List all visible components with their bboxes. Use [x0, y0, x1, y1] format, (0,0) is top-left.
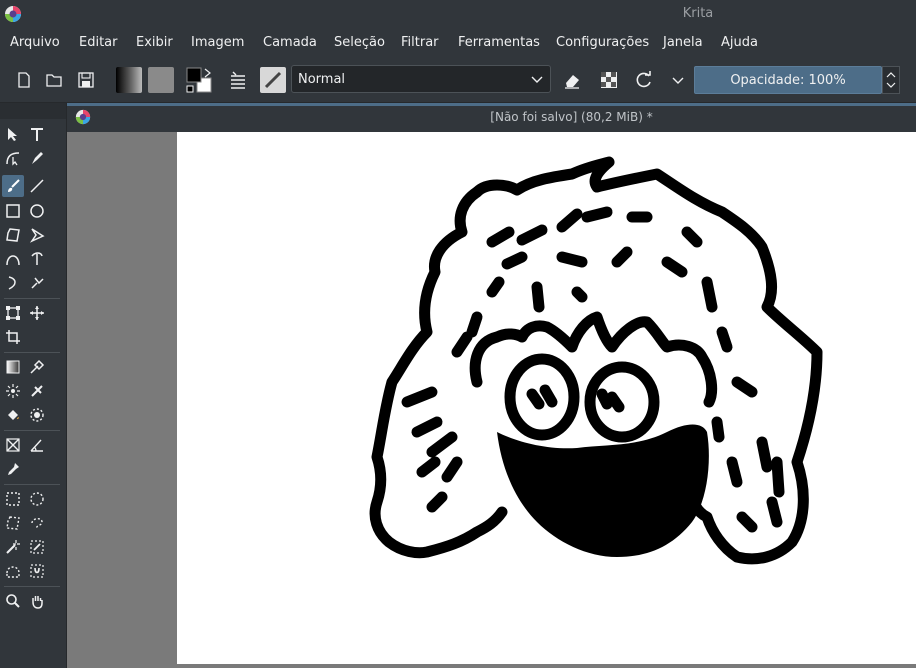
reference-icon[interactable]	[2, 458, 24, 480]
toolbox-separator	[4, 430, 60, 431]
color-picker-icon[interactable]	[26, 356, 48, 378]
canvas-area[interactable]	[67, 132, 916, 668]
canvas-paper[interactable]	[177, 132, 916, 664]
reload-icon[interactable]	[634, 70, 654, 90]
menu-ajuda[interactable]: Ajuda	[721, 35, 758, 50]
calligraphy-icon[interactable]	[26, 147, 48, 169]
dynamic-brush-icon[interactable]	[2, 272, 24, 294]
document-window: [Não foi salvo] (80,2 MiB) *	[67, 103, 916, 668]
gradient-icon[interactable]	[116, 67, 142, 93]
menu-camada[interactable]: Camada	[263, 35, 317, 50]
menu-selecao[interactable]: Seleção	[334, 35, 385, 50]
polygon-select-icon[interactable]	[2, 512, 24, 534]
spin-arrows-icon	[886, 72, 896, 88]
polyline-icon[interactable]	[26, 224, 48, 246]
eraser-icon[interactable]	[562, 70, 582, 90]
chevron-down-icon	[531, 76, 543, 83]
doodle-drawing	[369, 156, 823, 565]
window-title: Krita	[682, 6, 714, 21]
alpha-lock-icon[interactable]	[599, 70, 619, 90]
toolbox-header	[0, 103, 66, 119]
face-mask	[497, 424, 709, 557]
edit-shape-icon[interactable]	[2, 147, 24, 169]
document-title: [Não foi salvo] (80,2 MiB) *	[490, 110, 653, 124]
contiguous-select-icon[interactable]	[2, 536, 24, 558]
toolbox-separator	[4, 484, 60, 485]
new-document-icon[interactable]	[14, 70, 34, 90]
brush-preset-icon[interactable]	[260, 67, 286, 93]
menu-imagem[interactable]: Imagem	[191, 35, 244, 50]
rectangle-icon[interactable]	[2, 200, 24, 222]
open-folder-icon[interactable]	[44, 70, 64, 90]
menu-janela[interactable]: Janela	[663, 35, 703, 50]
enclosed-fill-icon[interactable]	[26, 404, 48, 426]
brush-settings-icon[interactable]	[228, 70, 248, 90]
toolbox-separator	[4, 298, 60, 299]
gradient-tool-icon[interactable]	[2, 356, 24, 378]
opacity-label: Opacidade: 100%	[730, 73, 846, 88]
color-swap-icon[interactable]	[185, 66, 215, 94]
menu-bar: Arquivo Editar Exibir Imagem Camada Sele…	[0, 28, 916, 58]
blend-mode-select[interactable]: Normal	[291, 65, 551, 93]
ellipse-icon[interactable]	[26, 200, 48, 222]
polygon-icon[interactable]	[2, 224, 24, 246]
menu-configuracoes[interactable]: Configurações	[556, 35, 649, 50]
multibrush-icon[interactable]	[26, 272, 48, 294]
similar-select-icon[interactable]	[26, 536, 48, 558]
menu-filtrar[interactable]: Filtrar	[401, 35, 439, 50]
save-icon[interactable]	[76, 70, 96, 90]
move-icon[interactable]	[26, 302, 48, 324]
freehand-select-icon[interactable]	[26, 512, 48, 534]
toolbox	[0, 103, 67, 668]
fill-icon[interactable]	[26, 380, 48, 402]
pattern-icon[interactable]	[148, 67, 174, 93]
title-bar: Krita	[0, 0, 916, 28]
chevron-down-icon[interactable]	[668, 70, 688, 90]
transform-icon[interactable]	[2, 302, 24, 324]
line-icon[interactable]	[26, 175, 48, 197]
bucket-fill-icon[interactable]	[2, 404, 24, 426]
opacity-spinbox[interactable]	[882, 66, 900, 94]
menu-ferramentas[interactable]: Ferramentas	[458, 35, 540, 50]
blend-mode-value: Normal	[298, 72, 346, 87]
toolbox-separator	[4, 586, 60, 587]
text-icon[interactable]	[26, 123, 48, 145]
smart-patch-icon[interactable]	[2, 380, 24, 402]
select-shape-icon[interactable]	[2, 123, 24, 145]
menu-arquivo[interactable]: Arquivo	[10, 35, 60, 50]
bezier-select-icon[interactable]	[2, 560, 24, 582]
measure-icon[interactable]	[26, 434, 48, 456]
menu-editar[interactable]: Editar	[79, 35, 118, 50]
zoom-icon[interactable]	[2, 590, 24, 612]
magnetic-select-icon[interactable]	[26, 560, 48, 582]
ellipse-select-icon[interactable]	[26, 488, 48, 510]
opacity-slider[interactable]: Opacidade: 100%	[694, 66, 882, 94]
pan-icon[interactable]	[26, 590, 48, 612]
toolbox-separator	[4, 352, 60, 353]
assistant-icon[interactable]	[2, 434, 24, 456]
main-toolbar: Normal Opacidade: 100%	[0, 58, 916, 103]
document-titlebar: [Não foi salvo] (80,2 MiB) *	[67, 106, 916, 130]
rect-select-icon[interactable]	[2, 488, 24, 510]
brush-icon[interactable]	[2, 175, 24, 197]
menu-exibir[interactable]: Exibir	[136, 35, 173, 50]
freehand-path-icon[interactable]	[26, 248, 48, 270]
crop-icon[interactable]	[2, 326, 24, 348]
bezier-icon[interactable]	[2, 248, 24, 270]
